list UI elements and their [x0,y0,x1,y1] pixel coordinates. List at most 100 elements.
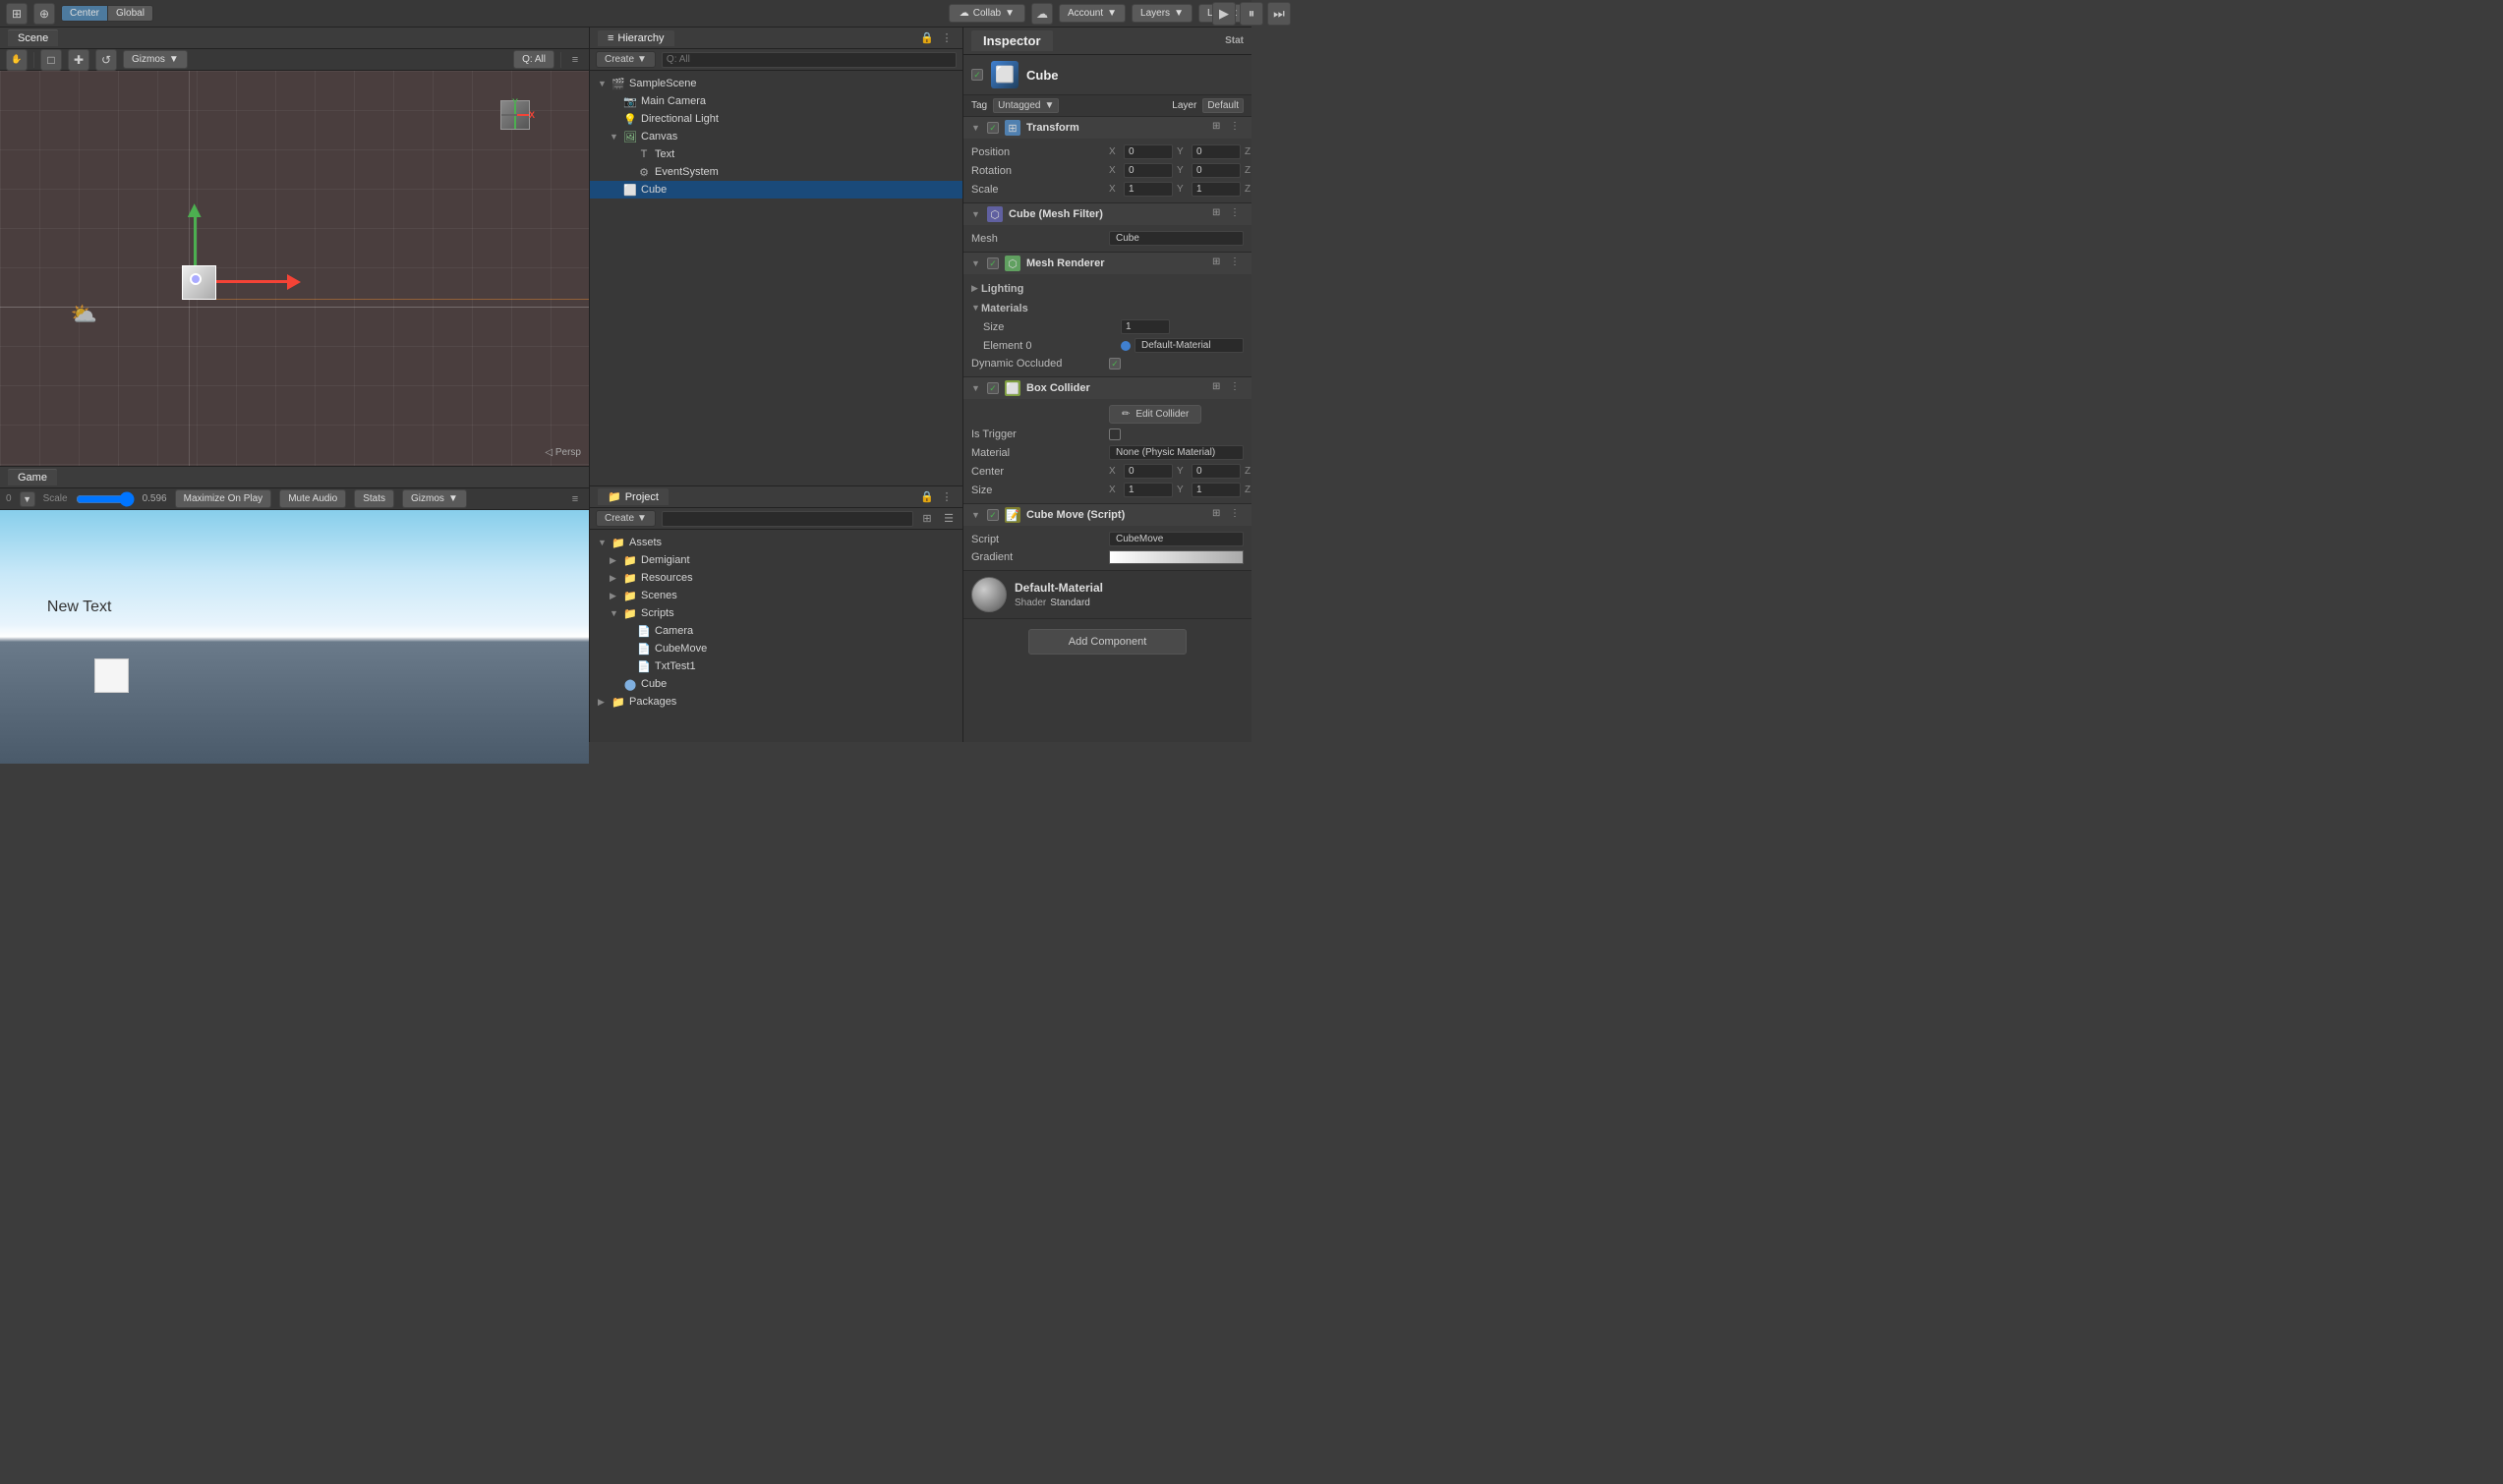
rect-tool[interactable]: □ [40,49,62,71]
box-collider-header[interactable]: ▼ ✓ ⬜ Box Collider ⊞ ⋮ [963,377,1252,399]
gizmos-dropdown[interactable]: Gizmos ▼ [123,50,188,69]
game-tab[interactable]: Game [8,469,57,485]
hierarchy-create-btn[interactable]: Create ▼ [596,51,656,68]
pos-x-input[interactable] [1124,144,1173,159]
collab-button[interactable]: ☁ Collab ▼ [949,4,1025,23]
scale-x-input[interactable] [1124,182,1173,197]
cube-item[interactable]: ⬜ Cube [590,181,962,199]
proj-icon1[interactable]: ⊞ [919,511,935,527]
cloud-button[interactable]: ☁ [1031,3,1053,25]
layer-dropdown[interactable]: Default [1202,98,1244,113]
center-dot[interactable] [190,273,202,285]
bc-sx-input[interactable] [1124,483,1173,497]
menu-icon[interactable]: ⋮ [939,30,955,46]
demigiant-item[interactable]: ▶ 📁 Demigiant [590,551,962,569]
eventsystem-item[interactable]: ⚙ EventSystem [590,163,962,181]
directional-light-item[interactable]: 💡 Directional Light [590,110,962,128]
rot-x-input[interactable] [1124,163,1173,178]
panel-menu-icon2[interactable]: ≡ [567,491,583,507]
text-item[interactable]: T Text [590,145,962,163]
stats-btn[interactable]: Stats [354,489,394,508]
scripts-item[interactable]: ▼ 📁 Scripts [590,604,962,622]
rotate-tool[interactable]: ↺ [95,49,117,71]
dynamic-checkbox[interactable]: ✓ [1109,358,1121,370]
project-lock-icon[interactable]: 🔒 [919,489,935,505]
tools-icon-1[interactable]: ⊞ [6,3,28,25]
scale-slider[interactable] [76,494,135,504]
move-tool[interactable]: ✚ [68,49,89,71]
step-button[interactable]: ⏭ [1267,2,1291,26]
mesh-filter-header[interactable]: ▼ ⬡ Cube (Mesh Filter) ⊞ ⋮ [963,203,1252,225]
bc-dots-btn[interactable]: ⋮ [1230,381,1244,395]
scene-viewport[interactable]: Y X ⛅ ◁ Persp [0,71,589,466]
mf-menu-btn[interactable]: ⊞ [1212,207,1226,221]
mr-dots-btn[interactable]: ⋮ [1230,257,1244,270]
transform-menu-btn[interactable]: ⊞ [1212,121,1226,135]
cm-dots-btn[interactable]: ⋮ [1230,508,1244,522]
global-btn[interactable]: Global [108,6,152,21]
obj-active-checkbox[interactable]: ✓ [971,69,983,81]
bc-checkbox[interactable]: ✓ [987,382,999,394]
scenes-item[interactable]: ▶ 📁 Scenes [590,587,962,604]
project-menu-icon[interactable]: ⋮ [939,489,955,505]
transform-header[interactable]: ▼ ✓ ⊞ Transform ⊞ ⋮ [963,117,1252,139]
gizmos-game-btn[interactable]: Gizmos ▼ [402,489,467,508]
cm-checkbox[interactable]: ✓ [987,509,999,521]
hierarchy-search[interactable] [662,52,957,68]
panel-menu-icon[interactable]: ≡ [567,52,583,68]
proj-icon2[interactable]: ☰ [941,511,957,527]
assets-item[interactable]: ▼ 📁 Assets [590,534,962,551]
hierarchy-tab[interactable]: ≡ Hierarchy [598,30,674,46]
orientation-gizmo[interactable]: Y X [481,81,550,149]
mesh-renderer-header[interactable]: ▼ ✓ ⬡ Mesh Renderer ⊞ ⋮ [963,253,1252,274]
play-button[interactable]: ▶ [1212,2,1236,26]
lock-icon[interactable]: 🔒 [919,30,935,46]
transform-checkbox[interactable]: ✓ [987,122,999,134]
transform-dots-btn[interactable]: ⋮ [1230,121,1244,135]
cube-object[interactable] [177,260,216,300]
scene-tab[interactable]: Scene [8,29,58,46]
main-camera-item[interactable]: 📷 Main Camera [590,92,962,110]
cube-material-item[interactable]: ⬤ Cube [590,675,962,693]
cube-move-header[interactable]: ▼ ✓ 📝 Cube Move (Script) ⊞ ⋮ [963,504,1252,526]
cubemove-item[interactable]: 📄 CubeMove [590,640,962,657]
add-component-button[interactable]: Add Component [1028,629,1188,655]
txttest1-item[interactable]: 📄 TxtTest1 [590,657,962,675]
hand-tool[interactable]: ✋ [6,49,28,71]
pause-button[interactable]: ⏸ [1240,2,1263,26]
bc-sy-input[interactable] [1192,483,1241,497]
mr-menu-btn[interactable]: ⊞ [1212,257,1226,270]
x-handle-tip[interactable] [287,274,301,290]
mf-dots-btn[interactable]: ⋮ [1230,207,1244,221]
game-res-dropdown[interactable]: ▼ [20,491,35,507]
packages-item[interactable]: ▶ 📁 Packages [590,693,962,711]
trigger-checkbox[interactable] [1109,428,1121,440]
y-handle[interactable] [194,217,197,266]
canvas-item[interactable]: ▼ 🖼 Canvas [590,128,962,145]
x-handle[interactable] [211,280,290,283]
bc-cx-input[interactable] [1124,464,1173,479]
center-btn[interactable]: Center [62,6,108,21]
size-input[interactable] [1121,319,1170,334]
bc-menu-btn[interactable]: ⊞ [1212,381,1226,395]
gradient-field[interactable] [1109,550,1244,564]
tools-icon-2[interactable]: ⊕ [33,3,55,25]
scale-y-input[interactable] [1192,182,1241,197]
inspector-tab[interactable]: Inspector [971,30,1053,51]
edit-collider-btn[interactable]: ✏ Edit Collider [1109,405,1201,424]
account-button[interactable]: Account ▼ [1059,4,1126,23]
resources-item[interactable]: ▶ 📁 Resources [590,569,962,587]
tag-dropdown[interactable]: Untagged ▼ [993,98,1059,113]
project-create-btn[interactable]: Create ▼ [596,510,656,527]
mute-btn[interactable]: Mute Audio [279,489,346,508]
sample-scene-item[interactable]: ▼ 🎬 SampleScene [590,75,962,92]
scene-qall[interactable]: Q: All [513,50,554,69]
project-search[interactable] [662,511,913,527]
camera-script-item[interactable]: 📄 Camera [590,622,962,640]
cm-menu-btn[interactable]: ⊞ [1212,508,1226,522]
maximize-btn[interactable]: Maximize On Play [175,489,272,508]
pos-y-input[interactable] [1192,144,1241,159]
bc-cy-input[interactable] [1192,464,1241,479]
stat-button[interactable]: Stat [1225,35,1244,46]
project-tab[interactable]: 📁 Project [598,488,669,505]
